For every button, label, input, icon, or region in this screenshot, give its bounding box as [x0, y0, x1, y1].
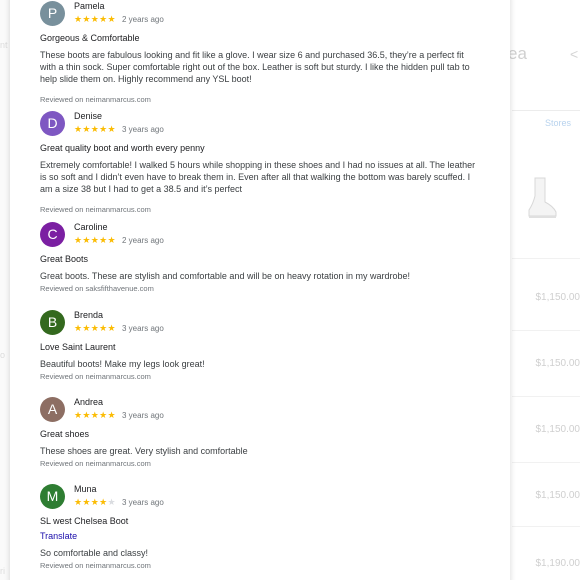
reviewer-name: Brenda [74, 310, 104, 320]
review-age: 3 years ago [122, 324, 164, 333]
store-price: $1,150.00 [535, 490, 580, 501]
review-headline: Love Saint Laurent [40, 342, 116, 352]
left-text-fragment: ri [0, 566, 5, 576]
star-empty-icon: ★ [107, 497, 116, 507]
store-price: $1,150.00 [535, 358, 580, 369]
store-row-divider [512, 462, 580, 463]
review-headline: Great shoes [40, 429, 90, 439]
reviewer-name: Caroline [74, 222, 108, 232]
star-rating-icon: ★★★★★ [74, 410, 116, 420]
store-row-divider [512, 258, 580, 259]
avatar: D [40, 111, 65, 136]
star-rating-icon: ★★★★★ [74, 235, 116, 245]
store-row-divider [512, 330, 580, 331]
review-body: So comfortable and classy! [40, 548, 149, 558]
store-price: $1,150.00 [535, 424, 580, 435]
avatar: P [40, 1, 65, 26]
avatar: A [40, 397, 65, 422]
product-title-fragment: ea [508, 44, 527, 63]
review-source: Reviewed on neimanmarcus.com [40, 372, 151, 381]
left-text-fragment: o [0, 350, 6, 360]
review-headline: Gorgeous & Comfortable [40, 33, 140, 43]
store-row-divider [512, 526, 580, 527]
star-rating-icon: ★★★★★ [74, 124, 116, 134]
avatar: M [40, 484, 65, 509]
star-rating-icon: ★★★★★ [74, 323, 116, 333]
store-price: $1,150.00 [535, 292, 580, 303]
review-age: 3 years ago [122, 125, 164, 134]
star-rating-icon: ★★★★★ [74, 14, 116, 24]
review-body: Extremely comfortable! I walked 5 hours … [40, 160, 476, 194]
review-source: Reviewed on neimanmarcus.com [40, 561, 151, 570]
star-filled-icon: ★★★★ [74, 497, 108, 507]
reviews-panel[interactable]: P Pamela ★★★★★ 2 years ago Gorgeous & Co… [10, 0, 510, 580]
review-headline: Great Boots [40, 254, 89, 264]
reviewer-name: Denise [74, 111, 103, 121]
review-body: Beautiful boots! Make my legs look great… [40, 359, 205, 369]
review-age: 2 years ago [122, 15, 164, 24]
store-price: $1,190.00 [535, 558, 580, 569]
boot-thumbnail-image[interactable] [523, 176, 559, 220]
review-headline: SL west Chelsea Boot [40, 516, 129, 526]
review-headline: Great quality boot and worth every penny [40, 143, 205, 153]
review-age: 3 years ago [122, 411, 164, 420]
review-body: These boots are fabulous looking and fit… [40, 50, 470, 84]
review-source: Reviewed on saksfifthavenue.com [40, 284, 154, 293]
review-source: Reviewed on neimanmarcus.com [40, 95, 151, 104]
reviewer-name: Pamela [74, 1, 105, 11]
review-source: Reviewed on neimanmarcus.com [40, 459, 151, 468]
tab-divider [512, 110, 580, 111]
review-body: Great boots. These are stylish and comfo… [40, 271, 411, 281]
translate-link[interactable]: Translate [40, 531, 77, 541]
review-body: These shoes are great. Very stylish and … [40, 446, 248, 456]
review-age: 2 years ago [122, 236, 164, 245]
left-text-fragment: nt [0, 40, 8, 50]
reviewer-name: Andrea [74, 397, 104, 407]
store-row-divider [512, 396, 580, 397]
left-page-edge [0, 0, 10, 580]
app-stage: nt o ri ea < Stores $1,150.00 $1,150.00 … [0, 0, 580, 580]
avatar: C [40, 222, 65, 247]
share-icon[interactable]: < [570, 46, 578, 62]
reviewer-name: Muna [74, 484, 97, 494]
tab-stores[interactable]: Stores [545, 118, 571, 128]
review-age: 3 years ago [122, 498, 164, 507]
review-source: Reviewed on neimanmarcus.com [40, 205, 151, 214]
avatar: B [40, 310, 65, 335]
star-rating-icon: ★★★★★ [74, 497, 116, 508]
